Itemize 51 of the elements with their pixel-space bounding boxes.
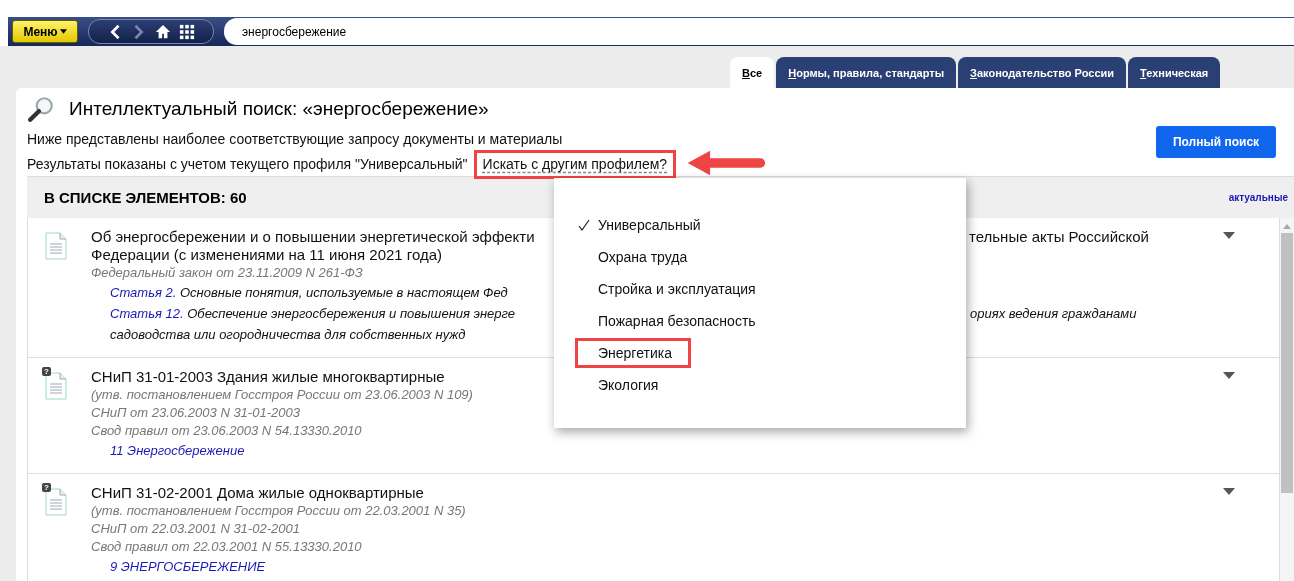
expand-icon[interactable] — [1223, 232, 1235, 239]
section-link[interactable]: 11 Энергосбережение — [110, 443, 245, 458]
document-details: Свод правил от 22.03.2001 N 55.13330.2010 — [91, 539, 362, 554]
document-details: Федеральный закон от 23.11.2009 N 261-ФЗ — [91, 265, 363, 280]
document-details: Свод правил от 23.06.2003 N 54.13330.2010 — [91, 423, 362, 438]
document-details: (утв. постановлением Госстроя России от 22.03.2001 N 35) — [91, 503, 466, 518]
document-details: СНиП от 23.06.2003 N 31-01-2003 — [91, 405, 300, 420]
document-details: СНиП от 22.03.2001 N 31-02-2001 — [91, 521, 300, 536]
article-description: садоводства или огородничества для собственных нужд — [110, 327, 466, 342]
menu-item[interactable]: Стройка и эксплуатация — [554, 273, 766, 305]
tab[interactable]: Все — [730, 57, 775, 88]
caret-icon — [59, 29, 67, 34]
filter-link[interactable]: актуальные — [1228, 192, 1288, 203]
document-title: тельные акты Российской — [969, 228, 1149, 246]
menu-item[interactable]: Энергетика — [574, 337, 692, 369]
menu-item[interactable]: Пожарная безопасность — [554, 305, 766, 337]
search-field[interactable]: энергосбережение — [224, 18, 1294, 45]
tab[interactable]: Законодательство России — [958, 57, 1127, 88]
list-count: В СПИСКЕ ЭЛЕМЕНТОВ: 60 — [44, 189, 247, 206]
home-icon[interactable] — [155, 23, 171, 40]
document-icon — [45, 232, 67, 260]
expand-icon[interactable] — [1223, 488, 1235, 495]
document-title: Об энергосбережении и о повышении энергетической эффекти — [91, 228, 535, 246]
full-search-button[interactable]: Полный поиск — [1156, 126, 1276, 158]
menu-button[interactable]: Меню — [12, 20, 78, 43]
description-text: Ниже представлены наиболее соответствующие запросу документы и материалы — [27, 131, 564, 148]
document-details: (утв. постановлением Госстроя России от 23.06.2003 N 109) — [91, 387, 473, 402]
section-link[interactable]: 9 ЭНЕРГОСБЕРЕЖЕНИЕ — [110, 559, 266, 574]
question-badge: ? — [42, 483, 51, 492]
scrollbar[interactable] — [1279, 218, 1294, 581]
document-title: СНиП 31-01-2003 Здания жилые многоквартирные — [91, 368, 445, 385]
profile-note: Результаты показаны с учетом текущего профиля "Универсальный" — [27, 156, 468, 173]
article-link[interactable]: Статья 12. — [110, 306, 184, 321]
tab[interactable]: Нормы, правила, стандарты — [776, 57, 957, 88]
article-description: Статья 12. Обеспечение энергосбережения и повышения энерге — [110, 305, 516, 323]
article-link[interactable]: Статья 2. — [110, 285, 177, 300]
document-icon — [45, 488, 67, 516]
article-description: ориях ведения гражданами — [970, 305, 1137, 323]
document-title: Федерации (с изменениями на 11 июня 2021 года) — [91, 246, 443, 263]
grid-icon[interactable] — [179, 23, 195, 40]
article-description: Статья 2. Основные понятия, используемые в настоящем Фед — [110, 285, 508, 300]
question-badge: ? — [42, 367, 51, 376]
document-title: СНиП 31-02-2001 Дома жилые одноквартирные — [91, 484, 424, 501]
menu-item[interactable]: Охрана труда — [554, 241, 698, 273]
menu-item[interactable]: Универсальный — [554, 209, 711, 241]
page-title: Интеллектуальный поиск: «энергосбережение» — [69, 98, 489, 120]
document-icon — [45, 372, 67, 400]
menu-item[interactable]: Экология — [554, 369, 669, 401]
expand-icon[interactable] — [1223, 372, 1235, 379]
search-icon — [27, 96, 55, 122]
tab[interactable]: Техническая — [1128, 57, 1221, 88]
